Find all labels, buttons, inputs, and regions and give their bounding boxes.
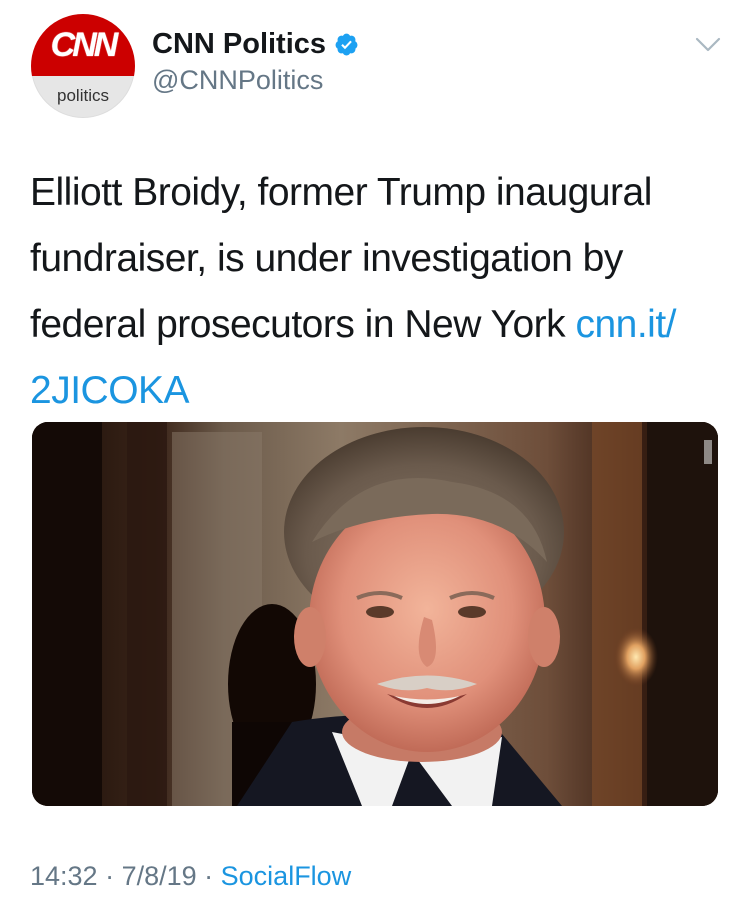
chevron-down-icon[interactable] xyxy=(695,36,721,54)
meta-separator: · xyxy=(97,861,122,891)
avatar-logo-text: CNN xyxy=(50,26,119,64)
tweet-photo[interactable] xyxy=(32,422,718,806)
tweet-body: Elliott Broidy, former Trump inaugural f… xyxy=(30,171,652,346)
meta-separator: · xyxy=(196,861,221,891)
tweet-date[interactable]: 7/8/19 xyxy=(122,861,197,891)
tweet-source[interactable]: SocialFlow xyxy=(221,861,352,891)
tweet-meta: 14:32 · 7/8/19 · SocialFlow xyxy=(30,858,351,894)
tweet-link-part1[interactable]: cnn.it/ xyxy=(575,303,676,346)
tweet-photo-image xyxy=(32,422,718,806)
display-name[interactable]: CNN Politics xyxy=(152,27,326,61)
avatar[interactable]: CNN politics xyxy=(31,14,135,118)
tweet-link-part2[interactable]: 2JICOKA xyxy=(30,369,190,412)
tweet-time[interactable]: 14:32 xyxy=(30,861,98,891)
tweet-text: Elliott Broidy, former Trump inaugural f… xyxy=(30,160,730,424)
user-handle[interactable]: @CNNPolitics xyxy=(152,64,323,96)
avatar-sub-text: politics xyxy=(57,86,109,105)
display-name-row[interactable]: CNN Politics xyxy=(152,27,359,61)
verified-badge-icon xyxy=(335,33,358,55)
